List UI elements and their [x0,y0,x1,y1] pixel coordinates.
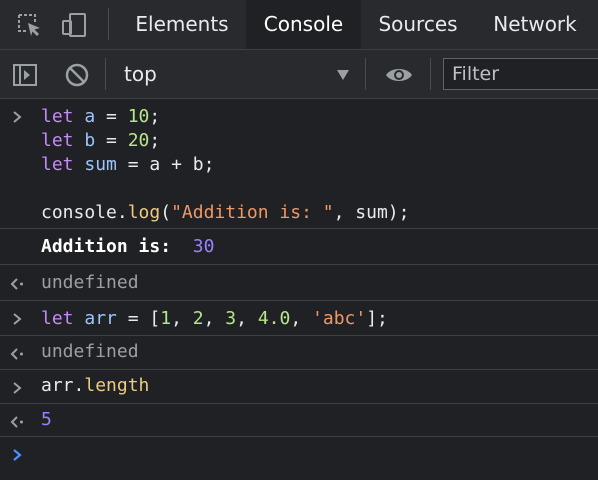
inspect-element-icon[interactable] [16,12,42,38]
console-log-output: Addition is: 30 [0,229,598,265]
tab-console[interactable]: Console [246,0,361,49]
result-arrow-icon [10,346,26,360]
console-result-entry: undefined [0,265,598,301]
code-line: let b = 20; [41,130,161,151]
live-expression-eye-icon[interactable] [384,62,414,88]
result-value: undefined [41,272,139,293]
console-toolbar: top Filter [0,50,598,99]
console-result-entry: 5 [0,404,598,437]
code-line: arr.length [41,375,150,396]
result-value: undefined [41,341,139,362]
device-toolbar-icon[interactable] [61,12,87,38]
prompt-chevron-icon [10,447,26,461]
show-sidebar-icon[interactable] [12,62,38,88]
tab-sources[interactable]: Sources [366,0,470,49]
tabbar-separator [108,8,109,40]
input-prompt-icon [10,109,26,123]
dropdown-arrow-icon[interactable] [335,67,351,81]
console-prompt[interactable] [0,437,598,480]
input-prompt-icon [10,311,26,325]
toolbar-separator [365,58,366,90]
clear-console-icon[interactable] [64,62,90,88]
toolbar-separator [105,58,106,90]
code-line: console.log("Addition is: ", sum); [41,202,410,223]
console-input-entry: let a = 10; let b = 20; let sum = a + b;… [0,99,598,229]
console-input-entry: arr.length [0,370,598,404]
toolbar-separator [430,58,431,90]
console-input-entry: let arr = [1, 2, 3, 4.0, 'abc']; [0,301,598,336]
console-result-entry: undefined [0,336,598,370]
code-line: let arr = [1, 2, 3, 4.0, 'abc']; [41,308,388,329]
tab-network[interactable]: Network [480,0,590,49]
log-message: Addition is: 30 [41,236,215,257]
result-value: 5 [41,409,52,430]
code-line: let a = 10; [41,106,161,127]
result-arrow-icon [10,276,26,290]
result-arrow-icon [10,414,26,428]
code-line: let sum = a + b; [41,154,215,175]
devtools-tabbar: Elements Console Sources Network [0,0,598,50]
context-selector[interactable]: top [124,50,157,98]
input-prompt-icon [10,380,26,394]
filter-input[interactable]: Filter [443,58,598,90]
tab-elements[interactable]: Elements [125,0,239,49]
